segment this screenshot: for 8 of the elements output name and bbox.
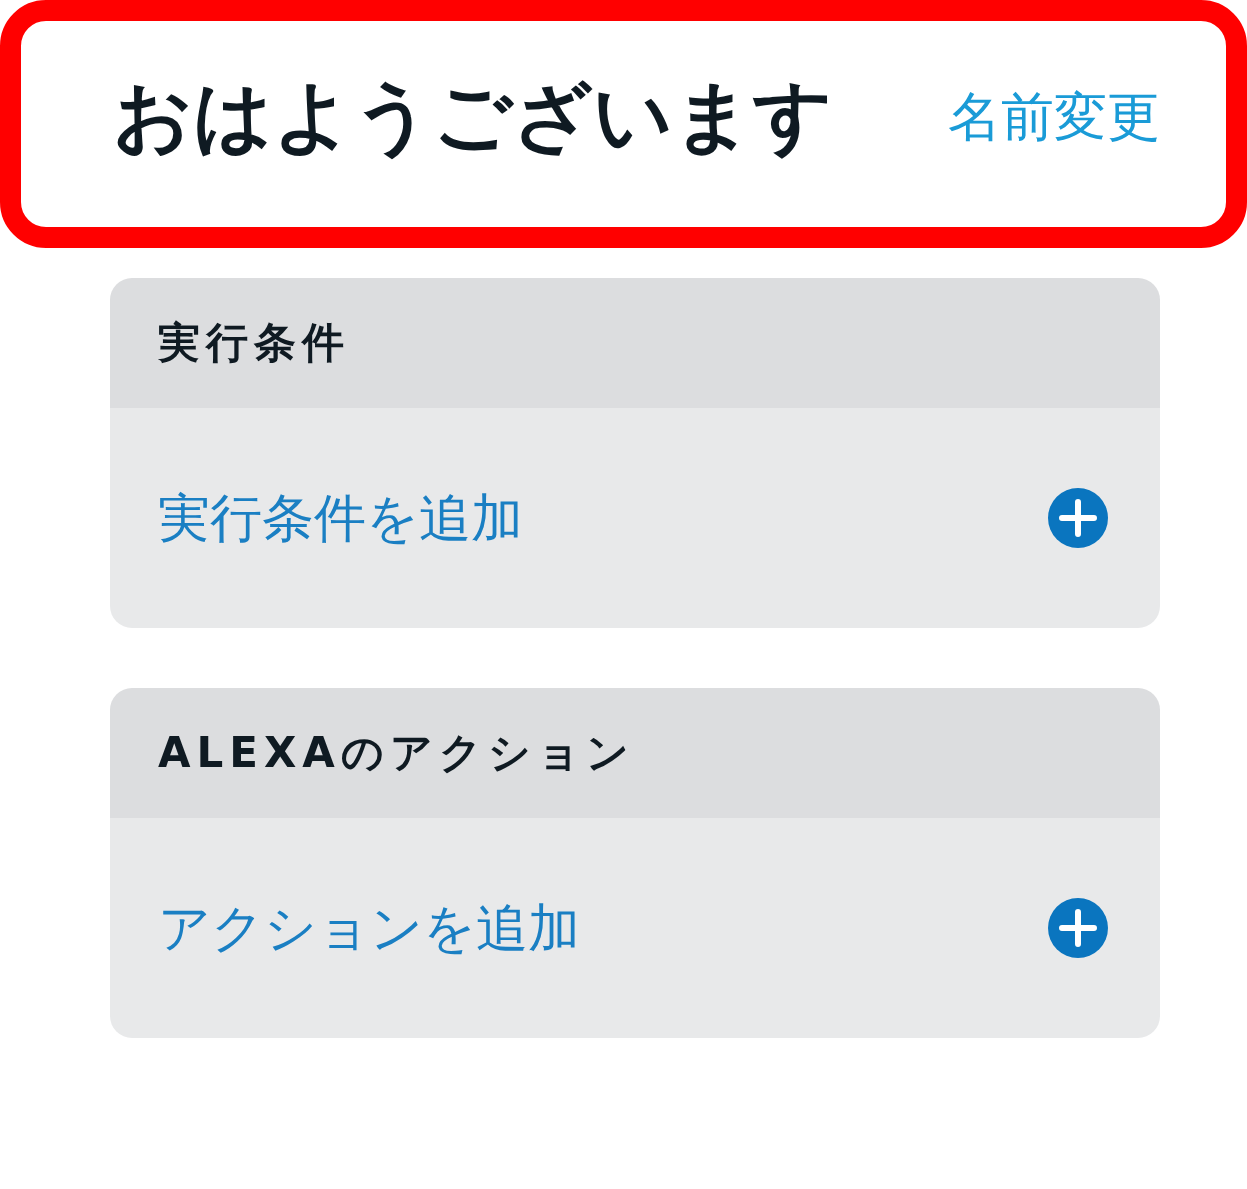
plus-icon[interactable] (1048, 488, 1108, 548)
add-button[interactable]: 実行条件を追加 (110, 408, 1160, 628)
plus-icon[interactable] (1048, 898, 1108, 958)
add-button[interactable]: アクションを追加 (110, 818, 1160, 1038)
rename-link[interactable]: 名前変更 (948, 87, 1160, 147)
section-title: ALEXAのアクション (158, 727, 635, 779)
greeting-title: おはようございます (113, 74, 833, 160)
section-title: 実行条件 (158, 317, 350, 369)
